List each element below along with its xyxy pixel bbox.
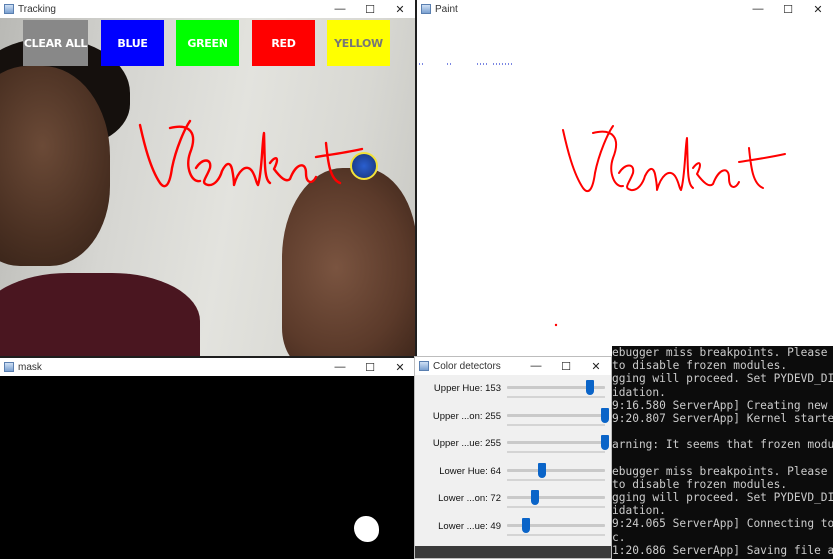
terminal-line: c.: [612, 530, 626, 544]
terminal-line: gging will proceed. Set PYDEVD_DISA: [612, 491, 833, 505]
slider-baseline: [507, 451, 605, 454]
drawn-signature: [562, 125, 786, 193]
slider-row: Upper Hue: 153: [415, 378, 611, 406]
slider-baseline: [507, 396, 605, 398]
tracking-titlebar[interactable]: Tracking — ☐ ✕: [0, 0, 415, 18]
minimize-icon[interactable]: —: [325, 0, 355, 18]
terminal-line: gging will proceed. Set PYDEVD_DISA: [612, 372, 833, 386]
slider-track[interactable]: [507, 468, 605, 472]
close-icon[interactable]: ✕: [385, 358, 415, 376]
terminal-line: 9:20.807 ServerApp] Kernel started:: [612, 411, 833, 425]
stray-dot: [554, 323, 558, 327]
yellow-button[interactable]: YELLOW: [327, 20, 390, 66]
clear-all-button[interactable]: CLEAR ALL: [23, 20, 88, 66]
terminal-line: 9:24.065 ServerApp] Connecting to k: [612, 517, 833, 531]
close-icon[interactable]: ✕: [581, 357, 611, 375]
paint-canvas[interactable]: [417, 18, 833, 356]
maximize-icon[interactable]: ☐: [355, 0, 385, 18]
pointer-marker: [350, 152, 378, 180]
slider-thumb[interactable]: [586, 380, 595, 395]
terminal-line: ebugger miss breakpoints. Please pa: [612, 464, 833, 478]
slider-track[interactable]: [507, 496, 605, 500]
camera-feed: CLEAR ALL BLUE GREEN RED YELLOW: [0, 18, 415, 356]
slider-track[interactable]: [507, 413, 605, 417]
terminal-line: 9:16.580 ServerApp] Creating new no: [612, 398, 833, 412]
paint-titlebar[interactable]: Paint — ☐ ✕: [417, 0, 833, 18]
green-button[interactable]: GREEN: [176, 20, 239, 66]
app-icon: [4, 362, 14, 372]
slider-label: Upper Hue: 153: [433, 383, 501, 394]
terminal-line: idation.: [612, 504, 666, 518]
window-title: mask: [18, 361, 42, 373]
mask-blob: [354, 516, 379, 542]
minimize-icon[interactable]: —: [743, 0, 773, 18]
maximize-icon[interactable]: ☐: [355, 358, 385, 376]
slider-label: Lower Hue: 64: [439, 465, 501, 477]
slider-label: Lower ...on: 72: [438, 493, 501, 505]
slider-track[interactable]: [507, 441, 605, 445]
terminal-line: 1:20.686 ServerApp] Saving file at: [612, 543, 833, 557]
slider-baseline: [507, 423, 605, 426]
close-icon[interactable]: ✕: [385, 0, 415, 18]
slider-baseline: [507, 534, 605, 536]
stray-dots: [419, 63, 513, 65]
paint-window: Paint — ☐ ✕: [417, 0, 833, 356]
terminal-line: arning: It seems that frozen module: [612, 438, 833, 452]
slider-row: Lower ...ue: 49: [415, 516, 611, 544]
bottom-bar: [415, 546, 611, 558]
slider-label: Upper ...ue: 255: [432, 438, 501, 450]
app-icon: [4, 4, 14, 14]
blue-button[interactable]: BLUE: [101, 20, 164, 66]
slider-thumb[interactable]: [601, 435, 609, 451]
slider-thumb[interactable]: [601, 407, 609, 423]
mask-view: [0, 376, 415, 559]
slider-baseline: [507, 478, 605, 481]
slider-thumb[interactable]: [521, 518, 530, 533]
slider-label: Lower ...ue: 49: [438, 521, 501, 532]
minimize-icon[interactable]: —: [521, 357, 551, 375]
terminal-output: ebugger miss breakpoints. Please pa to di…: [612, 346, 833, 559]
window-title: Paint: [435, 3, 458, 15]
terminal-line: to disable frozen modules.: [612, 359, 788, 373]
tracking-window: Tracking — ☐ ✕ CLEAR ALL BLUE GREEN RED …: [0, 0, 415, 356]
detectors-titlebar[interactable]: Color detectors — ☐ ✕: [415, 357, 611, 375]
terminal-line: to disable frozen modules.: [612, 477, 788, 491]
close-icon[interactable]: ✕: [803, 0, 833, 18]
window-title: Color detectors: [433, 360, 501, 372]
slider-row: Lower Hue: 64: [415, 461, 611, 489]
red-button[interactable]: RED: [252, 20, 315, 66]
app-icon: [419, 361, 429, 371]
person-shirt: [0, 273, 200, 356]
slider-row: Upper ...ue: 255: [415, 433, 611, 461]
maximize-icon[interactable]: ☐: [551, 357, 581, 375]
terminal-line: idation.: [612, 385, 666, 399]
slider-row: Lower ...on: 72: [415, 488, 611, 516]
drawn-signature: [138, 119, 364, 188]
maximize-icon[interactable]: ☐: [773, 0, 803, 18]
slider-row: Upper ...on: 255: [415, 406, 611, 434]
window-title: Tracking: [18, 3, 56, 15]
minimize-icon[interactable]: —: [325, 358, 355, 376]
slider-panel: Upper Hue: 153 Upper ...on: 255 Upper ...u…: [415, 376, 611, 548]
mask-titlebar[interactable]: mask — ☐ ✕: [0, 358, 415, 376]
slider-thumb[interactable]: [530, 490, 539, 506]
app-icon: [421, 4, 431, 14]
mask-window: mask — ☐ ✕: [0, 358, 415, 559]
color-detectors-window: Color detectors — ☐ ✕ Upper Hue: 153 Uppe…: [414, 356, 612, 559]
slider-baseline: [507, 506, 605, 509]
slider-label: Upper ...on: 255: [432, 410, 501, 422]
terminal-line: ebugger miss breakpoints. Please pa: [612, 346, 833, 359]
slider-thumb[interactable]: [537, 462, 546, 478]
